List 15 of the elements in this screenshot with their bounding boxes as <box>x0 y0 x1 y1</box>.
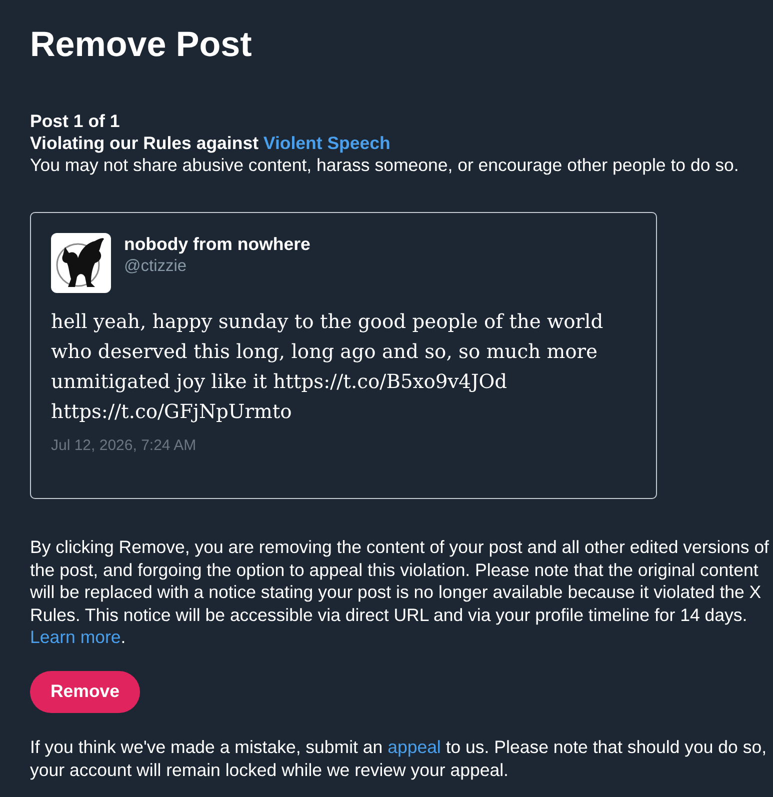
violation-heading: Violating our Rules against Violent Speech <box>30 132 392 154</box>
rule-description: You may not share abusive content, harass someone, or encourage other people to do so. <box>30 154 740 176</box>
cat-avatar-icon <box>51 233 111 293</box>
removal-notice: By clicking Remove, you are removing the content of your post and all other edited versions of the post, and forgoing the option to appeal this violation. Please note that the original content will be replaced with a notice stating your post is no longer available because it violated the X Rules. This notice will be accessible via direct URL and via your profile timeline for 14 days. Learn more. <box>30 536 770 648</box>
post-timestamp: Jul 12, 2026, 7:24 AM <box>51 437 198 455</box>
page-title: Remove Post <box>30 24 253 66</box>
author-name: nobody from nowhere <box>124 233 310 255</box>
post-counter: Post 1 of 1 <box>30 110 121 132</box>
remove-button[interactable]: Remove <box>30 670 140 712</box>
appeal-note: If you think we've made a mistake, submit an appeal to us. Please note that should you do so, your account will remain locked while we review your appeal. <box>30 736 768 782</box>
post-text: hell yeah, happy sunday to the good people of the world who deserved this long, long ago and so, so much more unmitigated joy like it https://t.co/B5xo9v4JOd https://t.co/GFjNpUrmto <box>51 309 604 425</box>
rule-link[interactable]: Violent Speech <box>263 133 390 153</box>
author-handle: @ctizzie <box>124 256 188 277</box>
appeal-link[interactable]: appeal <box>388 736 441 756</box>
learn-more-link[interactable]: Learn more <box>30 627 121 647</box>
